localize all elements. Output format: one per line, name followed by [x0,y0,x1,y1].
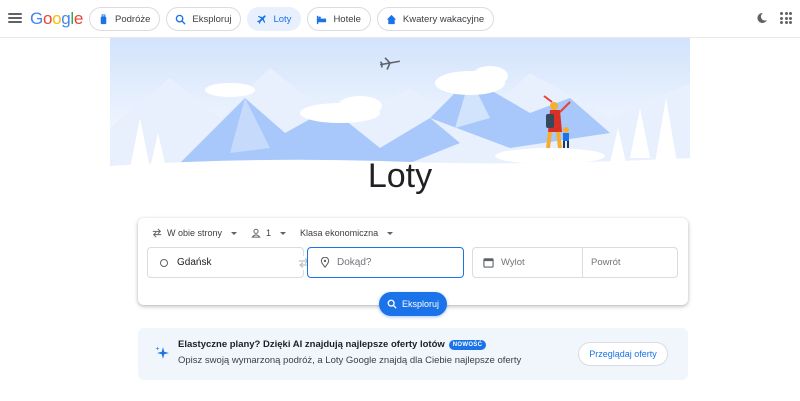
origin-circle-icon [160,258,168,267]
origin-input[interactable]: Gdańsk [147,247,304,278]
main-menu-icon[interactable] [8,11,22,25]
house-icon [386,14,396,24]
trip-type-select[interactable]: W obie strony [152,226,238,240]
top-app-bar: Google Podróże Eksploruj Loty Hotele Kwa… [0,0,800,38]
date-range-input: Wylot Powrót [472,247,678,278]
nav-chip-flights[interactable]: Loty [247,7,302,31]
nav-chip-vacation-rentals[interactable]: Kwatery wakacyjne [376,7,495,31]
departure-date-field[interactable]: Wylot [473,248,583,277]
bed-icon [317,15,327,24]
nav-chip-explore[interactable]: Eksploruj [166,7,242,31]
return-date-field[interactable]: Powrót [583,248,621,277]
apps-grid-icon[interactable] [780,12,792,24]
chevron-down-icon [387,231,394,235]
page-title: Loty [367,157,433,195]
person-icon [251,228,261,238]
dark-mode-icon[interactable] [756,12,768,24]
chevron-down-icon [231,231,238,235]
destination-input[interactable]: Dokąd? [307,247,464,278]
sparkle-icon [155,346,169,359]
nav-chip-hotels[interactable]: Hotele [307,7,371,31]
location-pin-icon [320,257,330,268]
swap-arrows-icon [152,228,162,238]
ai-deals-banner: Elastyczne plany? Dzięki AI znajdują naj… [138,328,688,380]
search-icon [387,299,397,309]
product-nav: Podróże Eksploruj Loty Hotele Kwatery wa… [89,7,495,31]
banner-description: Opisz swoją wymarzoną podróż, a Loty Goo… [178,355,522,366]
browse-deals-button[interactable]: Przeglądaj oferty [578,342,668,366]
cabin-class-select[interactable]: Klasa ekonomiczna [300,226,394,240]
google-logo[interactable]: Google [30,9,83,29]
chevron-down-icon [280,231,287,235]
passengers-select[interactable]: 1 [251,226,287,240]
calendar-icon [483,258,494,268]
travel-bag-icon [100,13,107,24]
flight-search-card: W obie strony 1 Klasa ekonomiczna Gdańsk… [138,218,688,316]
new-badge: NOWOŚĆ [448,339,487,350]
explore-button[interactable]: Eksploruj [379,292,447,316]
banner-title: Elastyczne plany? Dzięki AI znajdują naj… [178,339,487,350]
explore-search-icon [176,14,186,25]
nav-chip-travel[interactable]: Podróże [89,7,161,31]
plane-icon [257,14,267,24]
search-options-row: W obie strony 1 Klasa ekonomiczna [152,226,394,240]
